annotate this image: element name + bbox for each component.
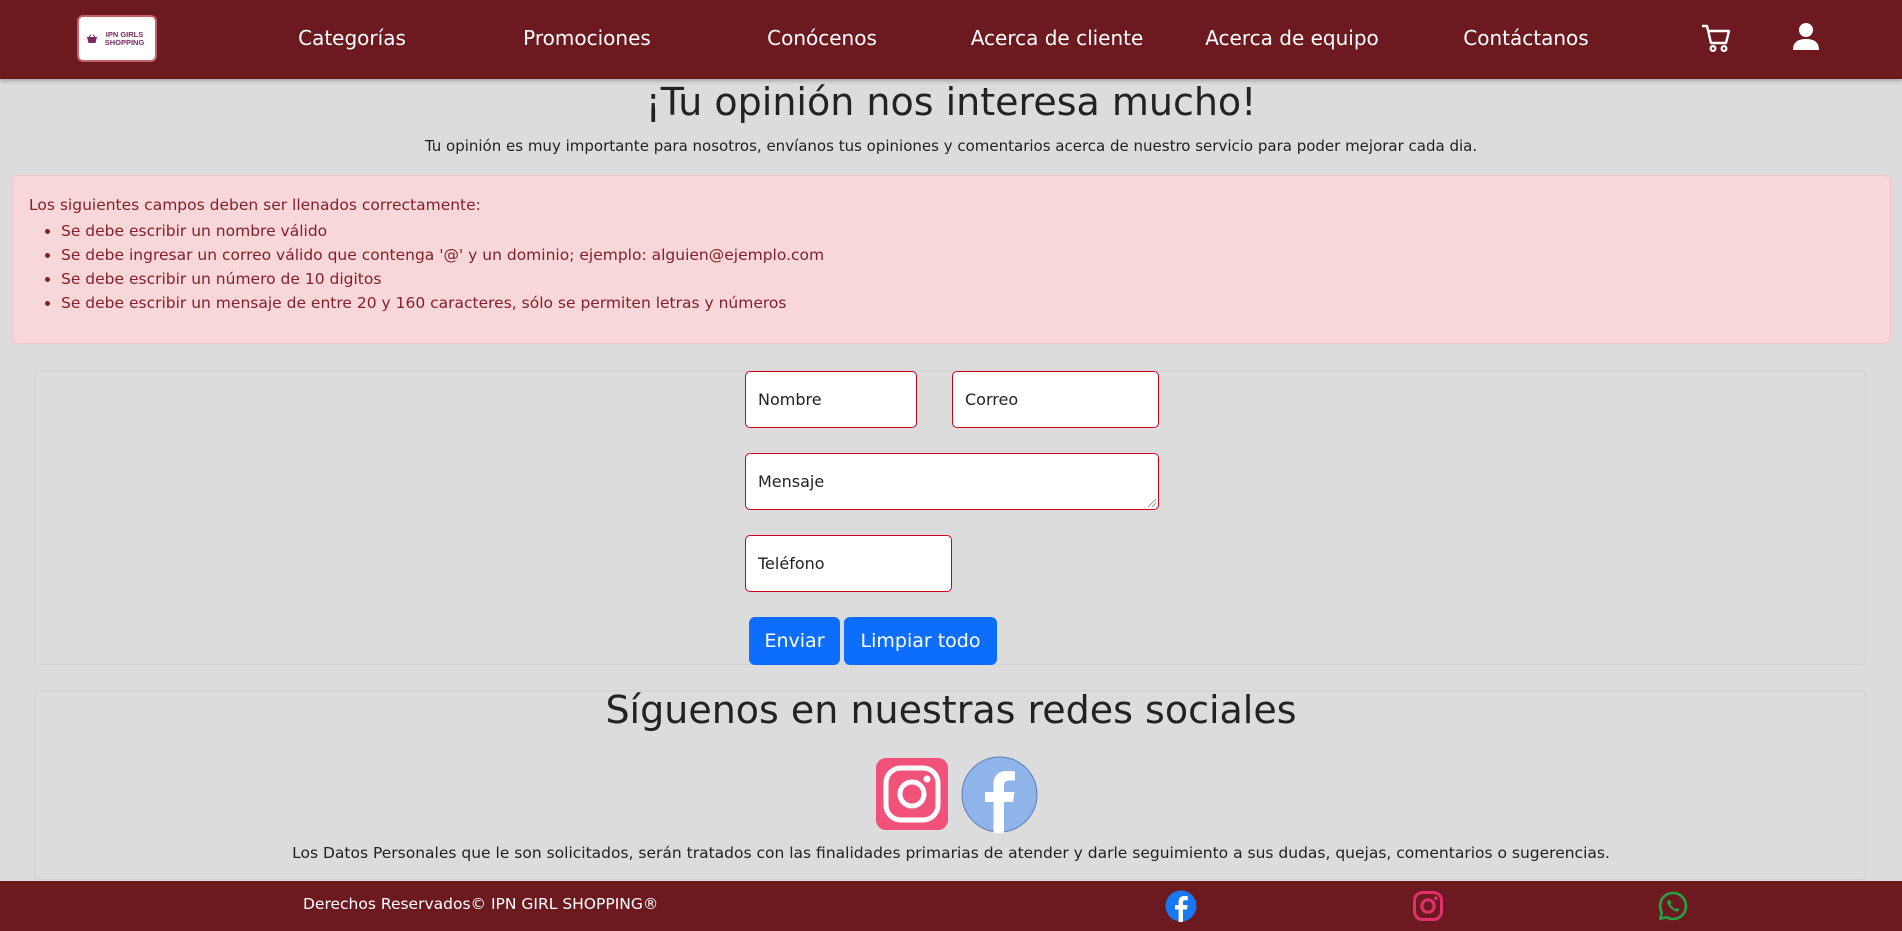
nav-item-acerca-equipo[interactable]: Acerca de equipo: [1205, 26, 1379, 50]
validation-alert: Los siguientes campos deben ser llenados…: [12, 175, 1891, 344]
phone-field[interactable]: Teléfono: [745, 535, 952, 592]
facebook-icon[interactable]: [961, 756, 1038, 833]
message-placeholder: Mensaje: [758, 472, 825, 491]
resize-handle[interactable]: [1148, 499, 1156, 507]
whatsapp-icon[interactable]: [1657, 890, 1689, 922]
facebook-icon[interactable]: [1165, 890, 1197, 922]
footer: Derechos Reservados© IPN GIRL SHOPPING®: [0, 881, 1902, 931]
alert-list: Se debe escribir un nombre válido Se deb…: [29, 219, 1874, 315]
logo-text: IPN GIRLS SHOPPING: [104, 29, 145, 47]
email-field[interactable]: Correo: [952, 371, 1159, 428]
privacy-note: Los Datos Personales que le son solicita…: [292, 844, 1610, 862]
message-textarea[interactable]: Mensaje: [745, 453, 1159, 510]
nav-item-conocenos[interactable]: Conócenos: [767, 26, 877, 50]
submit-button[interactable]: Enviar: [749, 617, 840, 665]
alert-heading: Los siguientes campos deben ser llenados…: [29, 196, 481, 214]
navbar: IPN GIRLS SHOPPING Categorías Promocione…: [0, 0, 1902, 79]
social-title: Síguenos en nuestras redes sociales: [605, 688, 1297, 732]
copyright-text: Derechos Reservados© IPN GIRL SHOPPING®: [303, 895, 659, 913]
nav-item-promociones[interactable]: Promociones: [523, 26, 651, 50]
nav-item-acerca-cliente[interactable]: Acerca de cliente: [971, 26, 1144, 50]
page-title: ¡Tu opinión nos interesa mucho!: [645, 80, 1257, 124]
instagram-icon[interactable]: [876, 758, 948, 830]
instagram-icon[interactable]: [1412, 890, 1444, 922]
brand-logo[interactable]: IPN GIRLS SHOPPING: [77, 15, 157, 62]
alert-item: Se debe escribir un mensaje de entre 20 …: [61, 291, 1874, 315]
alert-item: Se debe escribir un número de 10 digitos: [61, 267, 1874, 291]
name-field[interactable]: Nombre: [745, 371, 917, 428]
user-icon[interactable]: [1792, 22, 1820, 52]
nav-item-contactanos[interactable]: Contáctanos: [1463, 26, 1588, 50]
alert-item: Se debe escribir un nombre válido: [61, 219, 1874, 243]
page-subtitle: Tu opinión es muy importante para nosotr…: [424, 137, 1478, 155]
basket-icon: [86, 33, 97, 43]
cart-icon[interactable]: [1700, 22, 1732, 54]
clear-all-button[interactable]: Limpiar todo: [844, 617, 997, 665]
nav-item-categorias[interactable]: Categorías: [298, 26, 406, 50]
alert-item: Se debe ingresar un correo válido que co…: [61, 243, 1874, 267]
